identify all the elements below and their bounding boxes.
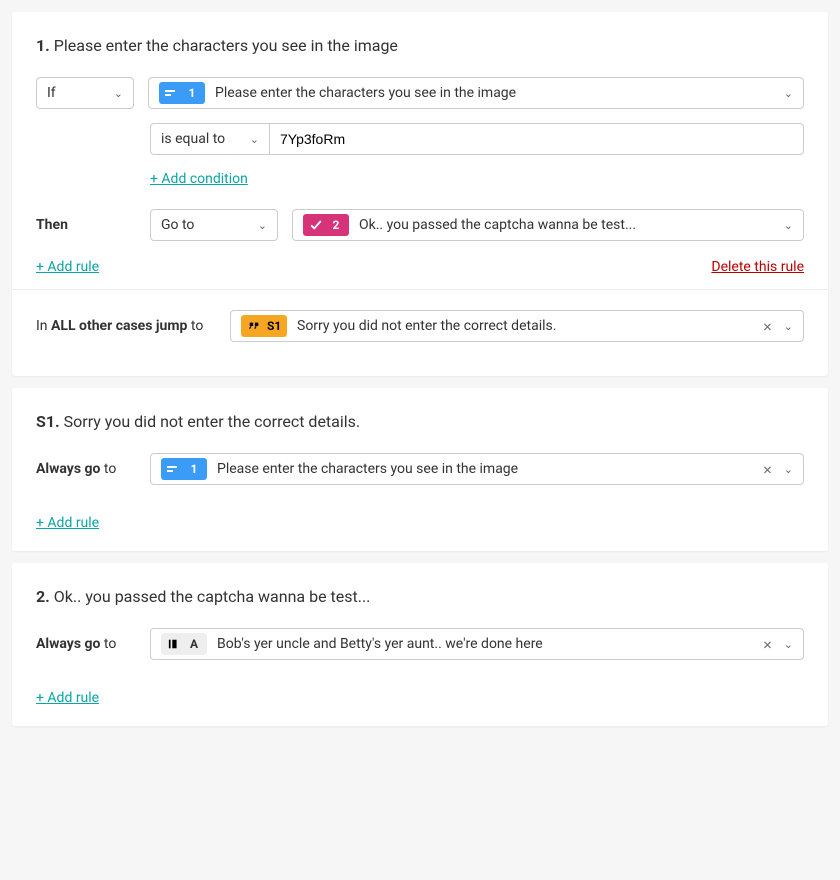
rule-number: 1. [36, 36, 50, 55]
operator-select[interactable]: is equal to ⌄ [150, 123, 270, 155]
always-question-text: Please enter the characters you see in t… [217, 461, 751, 477]
chevron-down-icon: ⌄ [784, 220, 793, 231]
rule-number: 2. [36, 587, 50, 606]
short-text-icon [167, 462, 181, 476]
rule-title: S1. Sorry you did not enter the correct … [36, 412, 804, 431]
goto-label: Go to [161, 217, 194, 233]
else-label: In ALL other cases jump to [36, 318, 216, 334]
clear-icon[interactable]: × [761, 635, 774, 654]
question-badge: 1 [159, 82, 205, 104]
end-badge: A [161, 633, 207, 655]
always-question-text: Bob's yer uncle and Betty's yer aunt.. w… [217, 636, 751, 652]
goto-question-text: Ok.. you passed the captcha wanna be tes… [359, 217, 774, 233]
add-rule-link[interactable]: + Add rule [36, 515, 99, 531]
condition-value-input[interactable] [270, 123, 804, 155]
question-select-text: Please enter the characters you see in t… [215, 85, 774, 101]
rule-title: 2. Ok.. you passed the captcha wanna be … [36, 587, 804, 606]
chevron-down-icon: ⌄ [784, 88, 793, 99]
if-label: If [47, 85, 56, 101]
rule-title-text: Please enter the characters you see in t… [54, 36, 398, 55]
rule-title-text: Ok.. you passed the captcha wanna be tes… [54, 587, 371, 606]
question-badge: 2 [303, 214, 349, 236]
goto-question-select[interactable]: 2 Ok.. you passed the captcha wanna be t… [292, 209, 804, 241]
divider [12, 289, 828, 290]
chevron-down-icon: ⌄ [114, 88, 123, 99]
chevron-down-icon: ⌄ [784, 464, 793, 475]
statement-badge: S1 [241, 315, 287, 337]
question-badge: 1 [161, 458, 207, 480]
rule-panel-2: 2. Ok.. you passed the captcha wanna be … [12, 563, 828, 726]
chevron-down-icon: ⌄ [250, 134, 259, 145]
add-condition-link[interactable]: + Add condition [150, 171, 248, 187]
end-icon [167, 637, 181, 651]
short-text-icon [165, 86, 179, 100]
rule-title: 1. Please enter the characters you see i… [36, 36, 804, 55]
rule-panel-1: 1. Please enter the characters you see i… [12, 12, 828, 376]
check-icon [309, 218, 323, 232]
if-select[interactable]: If ⌄ [36, 77, 134, 109]
clear-icon[interactable]: × [761, 460, 774, 479]
rule-number: S1. [36, 412, 60, 431]
chevron-down-icon: ⌄ [784, 639, 793, 650]
always-question-select[interactable]: 1 Please enter the characters you see in… [150, 453, 804, 485]
chevron-down-icon: ⌄ [784, 321, 793, 332]
add-rule-link[interactable]: + Add rule [36, 690, 99, 706]
add-rule-link[interactable]: + Add rule [36, 259, 99, 275]
else-question-select[interactable]: S1 Sorry you did not enter the correct d… [230, 310, 804, 342]
clear-icon[interactable]: × [761, 317, 774, 336]
condition-pair: is equal to ⌄ [150, 123, 804, 155]
always-label: Always go to [36, 461, 136, 477]
always-label: Always go to [36, 636, 136, 652]
delete-rule-link[interactable]: Delete this rule [711, 259, 804, 275]
rule-panel-s1: S1. Sorry you did not enter the correct … [12, 388, 828, 551]
then-label: Then [36, 217, 136, 233]
chevron-down-icon: ⌄ [258, 220, 267, 231]
rule-title-text: Sorry you did not enter the correct deta… [64, 412, 360, 431]
goto-select[interactable]: Go to ⌄ [150, 209, 278, 241]
always-question-select[interactable]: A Bob's yer uncle and Betty's yer aunt..… [150, 628, 804, 660]
question-select[interactable]: 1 Please enter the characters you see in… [148, 77, 804, 109]
quote-icon [247, 319, 261, 333]
else-question-text: Sorry you did not enter the correct deta… [297, 318, 751, 334]
operator-label: is equal to [161, 131, 225, 147]
